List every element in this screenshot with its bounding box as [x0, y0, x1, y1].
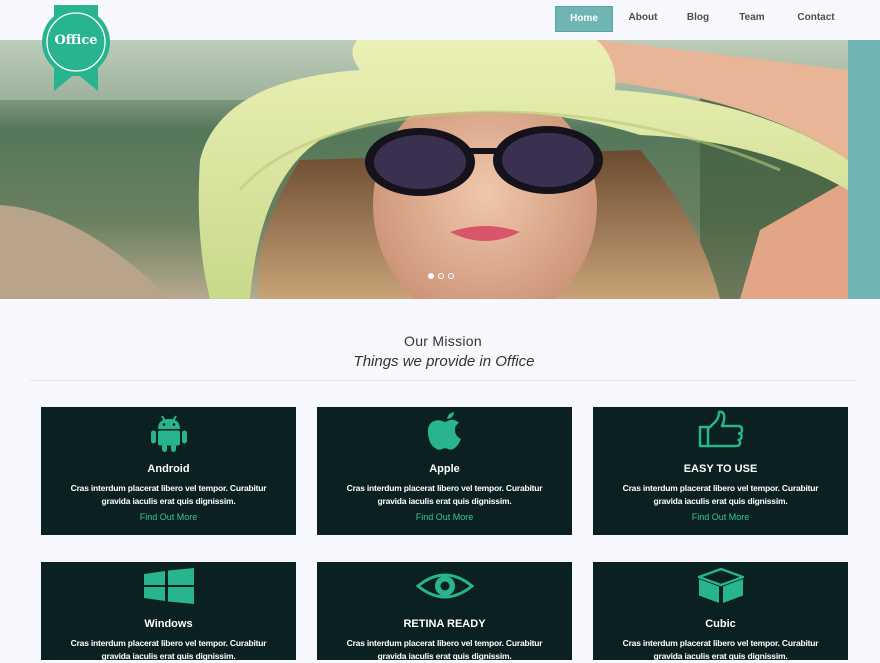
feature-title: Cubic	[705, 618, 736, 630]
feature-card-windows: Windows Cras interdum placerat libero ve…	[41, 562, 296, 663]
feature-card-retina-ready: RETINA READY Cras interdum placerat libe…	[317, 562, 572, 663]
feature-description: Cras interdum placerat libero vel tempor…	[51, 482, 286, 508]
feature-desc-line: gravida iaculis erat quis dignissim.	[653, 496, 788, 506]
feature-desc-line: Cras interdum placerat libero vel tempor…	[346, 638, 543, 648]
find-out-more-link[interactable]: Find Out More	[41, 512, 296, 522]
feature-desc-line: Cras interdum placerat libero vel tempor…	[70, 638, 267, 648]
feature-description: Cras interdum placerat libero vel tempor…	[603, 637, 838, 663]
find-out-more-link[interactable]: Find Out More	[593, 512, 848, 522]
slider-dot-1[interactable]	[428, 273, 434, 279]
eye-icon	[317, 570, 572, 612]
feature-description: Cras interdum placerat libero vel tempor…	[327, 482, 562, 508]
logo[interactable]: Office	[40, 5, 112, 93]
section-subtitle: Things we provide in Office	[353, 353, 535, 370]
feature-title: Apple	[429, 463, 460, 475]
cube-icon	[593, 567, 848, 609]
thumbs-up-icon	[593, 409, 848, 451]
nav-home[interactable]: Home	[555, 6, 613, 32]
nav-blog[interactable]: Blog	[673, 6, 723, 32]
feature-desc-line: Cras interdum placerat libero vel tempor…	[622, 483, 819, 493]
hero-side-strip	[848, 40, 880, 299]
feature-desc-line: Cras interdum placerat libero vel tempor…	[70, 483, 267, 493]
section-title: Our Mission	[404, 333, 482, 349]
hero-slider[interactable]	[0, 40, 848, 299]
feature-card-android: Android Cras interdum placerat libero ve…	[41, 407, 296, 535]
logo-text: Office	[54, 33, 98, 48]
feature-card-cubic: Cubic Cras interdum placerat libero vel …	[593, 562, 848, 663]
feature-desc-line: gravida iaculis erat quis dignissim.	[377, 496, 512, 506]
feature-description: Cras interdum placerat libero vel tempor…	[327, 637, 562, 663]
section-divider	[30, 380, 856, 381]
feature-card-apple: Apple Cras interdum placerat libero vel …	[317, 407, 572, 535]
find-out-more-link[interactable]: Find Out More	[317, 512, 572, 522]
feature-desc-line: gravida iaculis erat quis dignissim.	[101, 496, 236, 506]
slider-pagination	[428, 273, 454, 279]
nav-contact[interactable]: Contact	[781, 6, 851, 32]
feature-title: Windows	[144, 618, 193, 630]
windows-icon	[41, 568, 296, 610]
ribbon-badge-icon	[42, 5, 110, 91]
feature-desc-line: Cras interdum placerat libero vel tempor…	[346, 483, 543, 493]
hero-image	[0, 40, 848, 299]
feature-title: EASY TO USE	[683, 463, 758, 475]
apple-icon	[317, 411, 572, 453]
feature-card-easy-to-use: EASY TO USE Cras interdum placerat liber…	[593, 407, 848, 535]
feature-desc-line: Cras interdum placerat libero vel tempor…	[622, 638, 819, 648]
nav-team[interactable]: Team	[723, 6, 781, 32]
feature-description: Cras interdum placerat libero vel tempor…	[603, 482, 838, 508]
feature-title: RETINA READY	[403, 618, 486, 630]
feature-title: Android	[147, 463, 190, 475]
android-icon	[41, 413, 296, 455]
nav-about[interactable]: About	[613, 6, 673, 32]
feature-description: Cras interdum placerat libero vel tempor…	[51, 637, 286, 663]
slider-dot-3[interactable]	[448, 273, 454, 279]
slider-dot-2[interactable]	[438, 273, 444, 279]
main-nav: Home About Blog Team Contact	[555, 6, 851, 32]
